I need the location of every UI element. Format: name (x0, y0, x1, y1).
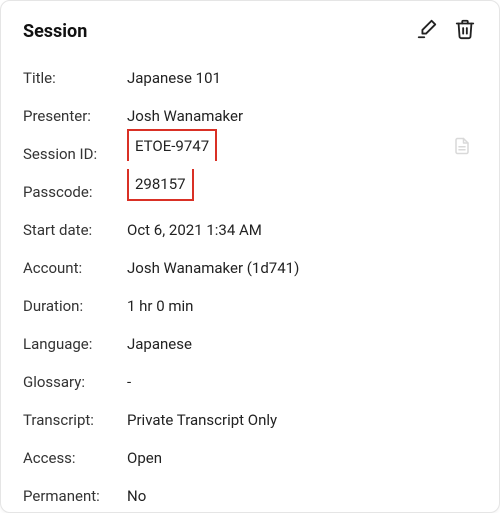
session-fields: Title: Japanese 101 Presenter: Josh Wana… (23, 59, 485, 512)
session-panel: Session (0, 0, 500, 513)
pencil-square-icon (416, 18, 438, 44)
delete-button[interactable] (453, 19, 477, 43)
field-value-access: Open (121, 439, 485, 477)
header-actions (415, 19, 477, 43)
panel-header: Session (1, 1, 499, 51)
field-label-passcode: Passcode: (23, 173, 121, 211)
field-label-transcript: Transcript: (23, 401, 121, 439)
panel-title: Session (23, 21, 415, 42)
field-label-language: Language: (23, 325, 121, 363)
field-label-glossary: Glossary: (23, 363, 121, 401)
field-label-title: Title: (23, 59, 121, 97)
field-value-language: Japanese (121, 325, 485, 363)
field-label-account: Account: (23, 249, 121, 287)
document-icon (453, 142, 471, 160)
field-label-start-date: Start date: (23, 211, 121, 249)
copy-session-id-button[interactable] (453, 136, 471, 156)
passcode-text: 298157 (127, 169, 194, 201)
field-value-permanent: No (121, 477, 485, 512)
field-value-start-date: Oct 6, 2021 1:34 AM (121, 211, 485, 249)
field-label-session-id: Session ID: (23, 135, 121, 173)
edit-button-real[interactable] (415, 19, 439, 43)
field-value-session-id: ETOE-9747 (121, 135, 485, 157)
field-value-glossary: - (121, 363, 485, 401)
session-id-text: ETOE-9747 (127, 129, 217, 161)
field-value-duration: 1 hr 0 min (121, 287, 485, 325)
field-label-permanent: Permanent: (23, 477, 121, 512)
field-value-account: Josh Wanamaker (1d741) (121, 249, 485, 287)
field-value-transcript: Private Transcript Only (121, 401, 485, 439)
field-label-access: Access: (23, 439, 121, 477)
field-label-duration: Duration: (23, 287, 121, 325)
trash-icon (454, 18, 476, 44)
field-value-passcode: 298157 (121, 173, 485, 195)
field-value-title: Japanese 101 (121, 59, 485, 97)
session-details-scroll[interactable]: Title: Japanese 101 Presenter: Josh Wana… (1, 51, 499, 512)
field-label-presenter: Presenter: (23, 97, 121, 135)
